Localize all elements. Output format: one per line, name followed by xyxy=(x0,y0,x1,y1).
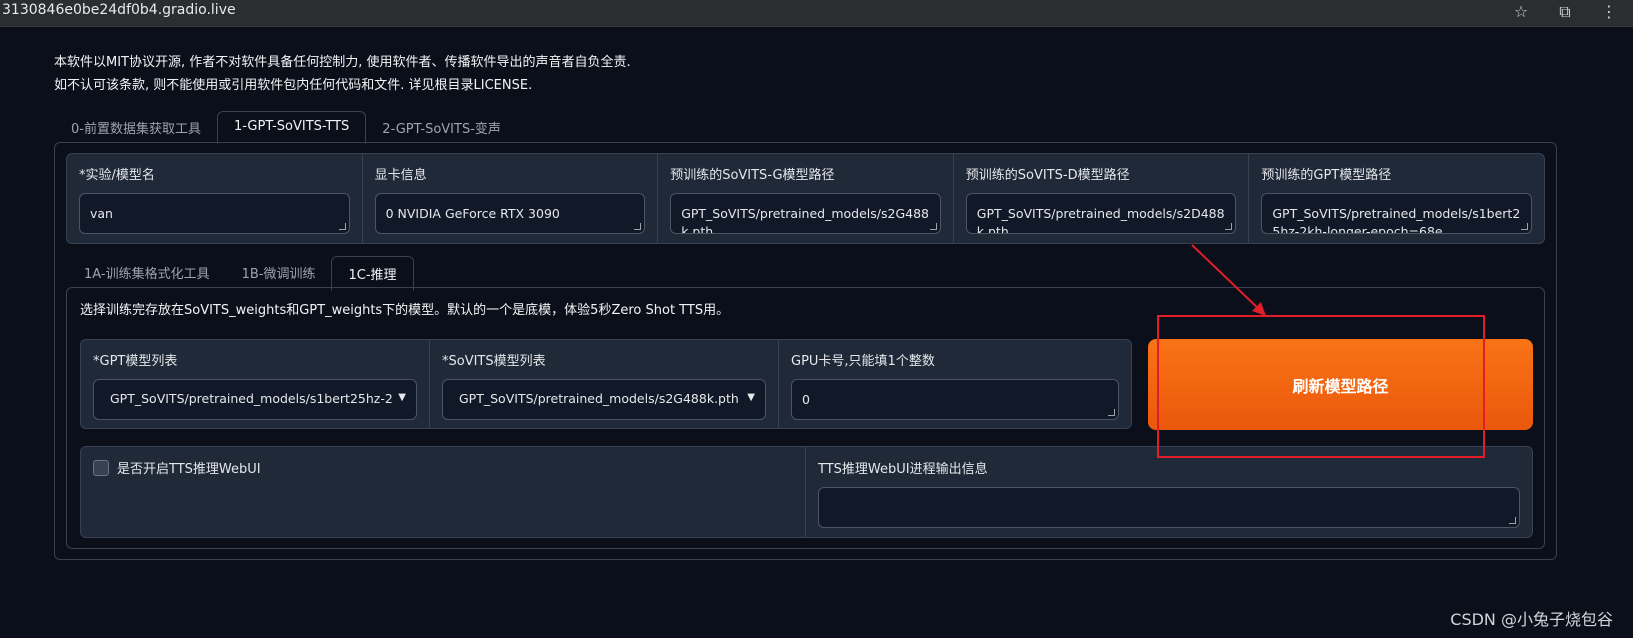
tts-webui-checkbox[interactable] xyxy=(93,460,109,476)
tab-1a-format[interactable]: 1A-训练集格式化工具 xyxy=(68,256,226,291)
global-settings-row: *实验/模型名 van 显卡信息 0 NVIDIA GeForce RTX 30… xyxy=(66,153,1545,244)
license-notice: 本软件以MIT协议开源, 作者不对软件具备任何控制力, 使用软件者、传播软件导出… xyxy=(54,51,631,97)
gpu-info-label: 显卡信息 xyxy=(374,168,427,183)
chevron-down-icon: ▼ xyxy=(747,392,755,403)
sovits-d-field: 预训练的SoVITS-D模型路径 GPT_SoVITS/pretrained_m… xyxy=(954,154,1250,243)
sovits-g-input[interactable]: GPT_SoVITS/pretrained_models/s2G488k.pth xyxy=(670,193,941,234)
tab-dataset-tools[interactable]: 0-前置数据集获取工具 xyxy=(55,111,217,144)
gpt-pretrained-input[interactable]: GPT_SoVITS/pretrained_models/s1bert25hz-… xyxy=(1261,193,1532,234)
gpt-pretrained-field: 预训练的GPT模型路径 GPT_SoVITS/pretrained_models… xyxy=(1249,154,1544,243)
sovits-d-input[interactable]: GPT_SoVITS/pretrained_models/s2D488k.pth xyxy=(965,193,1237,234)
browser-address-bar: 3130846e0be24df0b4.gradio.live ☆ ⧉ ⋮ xyxy=(0,0,1633,27)
chevron-down-icon: ▼ xyxy=(398,392,406,403)
sovits-model-value: GPT_SoVITS/pretrained_models/s2G488k.pth xyxy=(459,391,739,406)
sovits-d-label: 预训练的SoVITS-D模型路径 xyxy=(965,168,1130,183)
sovits-model-dropdown[interactable]: GPT_SoVITS/pretrained_models/s2G488k.pth… xyxy=(442,379,766,420)
tab-1b-finetune[interactable]: 1B-微调训练 xyxy=(226,256,332,291)
gpt-model-value: GPT_SoVITS/pretrained_models/s1bert25hz-… xyxy=(110,391,393,406)
top-tabs: 0-前置数据集获取工具 1-GPT-SoVITS-TTS 2-GPT-SoVIT… xyxy=(55,111,517,144)
gpu-info-input[interactable]: 0 NVIDIA GeForce RTX 3090 xyxy=(374,193,646,234)
tab-1c-inference[interactable]: 1C-推理 xyxy=(331,256,414,291)
tts-output-textbox[interactable] xyxy=(818,487,1520,528)
notice-line-2: 如不认可该条款, 则不能使用或引用软件包内任何代码和文件. 详见根目录LICEN… xyxy=(54,78,533,93)
gpu-index-input[interactable]: 0 xyxy=(791,379,1119,420)
gpu-index-label: GPU卡号,只能填1个整数 xyxy=(791,354,935,369)
tts-webui-checkbox-label: 是否开启TTS推理WebUI xyxy=(117,462,261,477)
gpt-list-field: *GPT模型列表 GPT_SoVITS/pretrained_models/s1… xyxy=(81,340,430,428)
sovits-g-field: 预训练的SoVITS-G模型路径 GPT_SoVITS/pretrained_m… xyxy=(658,154,954,243)
tts-output-field: TTS推理WebUI进程输出信息 xyxy=(806,447,1532,537)
watermark: CSDN @小兔子烧包谷 xyxy=(1450,610,1613,629)
tts-webui-row: 是否开启TTS推理WebUI TTS推理WebUI进程输出信息 xyxy=(80,446,1533,538)
inference-description: 选择训练完存放在SoVITS_weights和GPT_weights下的模型。默… xyxy=(80,303,730,318)
sovits-list-field: *SoVITS模型列表 GPT_SoVITS/pretrained_models… xyxy=(430,340,779,428)
gpt-pretrained-label: 预训练的GPT模型路径 xyxy=(1261,168,1392,183)
notice-line-1: 本软件以MIT协议开源, 作者不对软件具备任何控制力, 使用软件者、传播软件导出… xyxy=(54,55,631,70)
tab-tts[interactable]: 1-GPT-SoVITS-TTS xyxy=(216,111,367,144)
gpt-model-dropdown[interactable]: GPT_SoVITS/pretrained_models/s1bert25hz-… xyxy=(93,379,417,420)
tab-voice-conversion[interactable]: 2-GPT-SoVITS-变声 xyxy=(366,111,517,144)
annotation-highlight-box xyxy=(1157,315,1485,458)
exp-name-field: *实验/模型名 van xyxy=(67,154,363,243)
tts-output-label: TTS推理WebUI进程输出信息 xyxy=(818,462,988,477)
exp-name-input[interactable]: van xyxy=(79,193,350,234)
tts-webui-toggle[interactable]: 是否开启TTS推理WebUI xyxy=(81,447,806,537)
gpu-index-field: GPU卡号,只能填1个整数 0 xyxy=(779,340,1131,428)
gpt-list-label: *GPT模型列表 xyxy=(93,354,178,369)
browser-actions: ☆ ⧉ ⋮ xyxy=(1511,2,1619,22)
bookmark-star-icon[interactable]: ☆ xyxy=(1511,2,1531,22)
sovits-g-label: 预训练的SoVITS-G模型路径 xyxy=(670,168,835,183)
url-text[interactable]: 3130846e0be24df0b4.gradio.live xyxy=(2,2,236,18)
exp-name-label: *实验/模型名 xyxy=(79,168,155,183)
extensions-icon[interactable]: ⧉ xyxy=(1555,2,1575,22)
model-select-row: *GPT模型列表 GPT_SoVITS/pretrained_models/s1… xyxy=(80,339,1132,429)
sub-tabs: 1A-训练集格式化工具 1B-微调训练 1C-推理 xyxy=(68,256,414,291)
menu-icon[interactable]: ⋮ xyxy=(1599,2,1619,22)
gpu-info-field: 显卡信息 0 NVIDIA GeForce RTX 3090 xyxy=(363,154,659,243)
sovits-list-label: *SoVITS模型列表 xyxy=(442,354,546,369)
